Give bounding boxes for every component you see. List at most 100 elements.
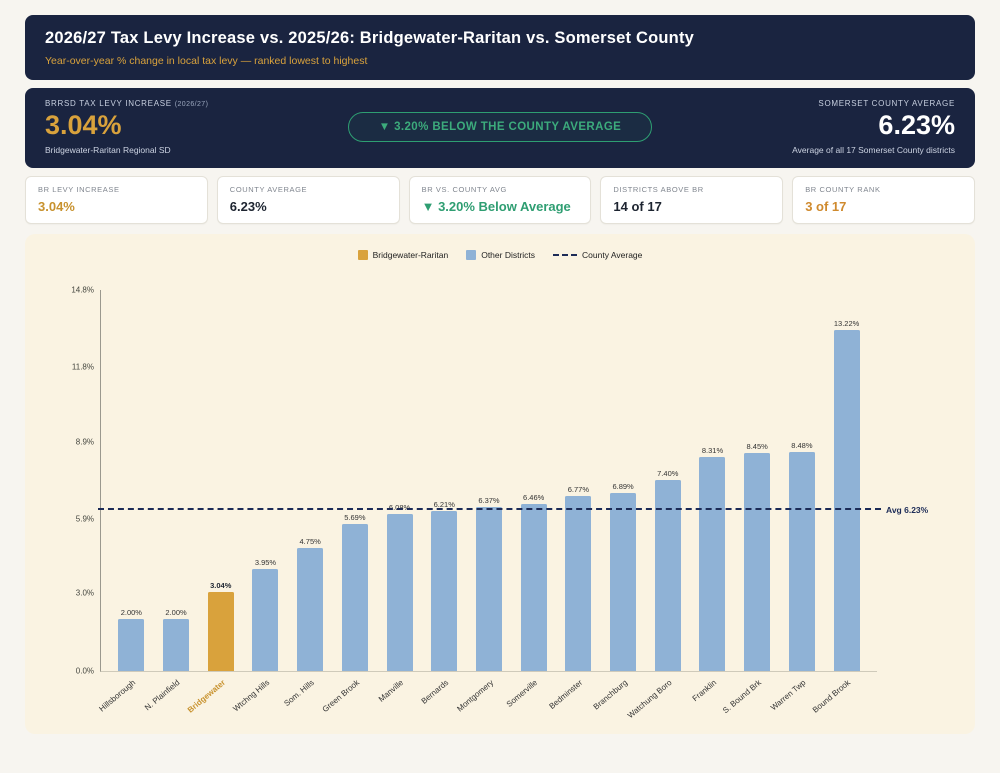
county-average-line	[98, 508, 881, 510]
bar-district	[252, 569, 278, 671]
bar-value-label: 8.48%	[791, 441, 812, 450]
bar-value-label: 2.00%	[121, 608, 142, 617]
legend-item-county-average: County Average	[553, 250, 642, 260]
bar-district	[476, 507, 502, 671]
bar-district	[699, 457, 725, 671]
y-axis-tick-label: 14.8%	[71, 285, 94, 294]
bar-chart-plot: 2.00%Hillsborough2.00%N. Plainfield3.04%…	[100, 290, 877, 672]
stat-card-label: DISTRICTS ABOVE BR	[613, 185, 770, 194]
x-axis-label: Som. Hills	[283, 678, 316, 708]
stat-card-label: BR VS. COUNTY AVG	[422, 185, 579, 194]
legend-label: Bridgewater-Raritan	[373, 250, 449, 260]
kpi-brrsd-label-text: BRRSD TAX LEVY INCREASE	[45, 99, 172, 108]
y-axis-tick-label: 8.9%	[76, 437, 94, 446]
x-axis-label: Manville	[377, 678, 405, 704]
bar-value-label: 6.46%	[523, 493, 544, 502]
stat-card-value: 14 of 17	[613, 199, 770, 214]
x-axis-label: Bound Brook	[811, 678, 852, 715]
bar-value-label: 5.69%	[344, 513, 365, 522]
bar-slot-hillsborough: 2.00%Hillsborough	[109, 290, 154, 671]
legend-label: Other Districts	[481, 250, 535, 260]
x-axis-label: N. Plainfield	[143, 678, 181, 712]
stat-card-value: 3.04%	[38, 199, 195, 214]
bar-district	[342, 524, 368, 670]
x-axis-label: Watchung Boro	[626, 678, 674, 720]
bar-district	[163, 619, 189, 670]
x-axis-label: Bedminster	[547, 678, 584, 711]
bar-bridgewater-raritan	[208, 592, 234, 670]
x-axis-label: Warren Twp	[769, 678, 807, 712]
legend-item-bridgewater: Bridgewater-Raritan	[358, 250, 449, 260]
bar-slot-n-plainfield: 2.00%N. Plainfield	[154, 290, 199, 671]
bar-value-label: 6.37%	[478, 496, 499, 505]
kpi-brrsd: BRRSD TAX LEVY INCREASE (2026/27) 3.04% …	[45, 99, 275, 155]
bar-value-label: 3.04%	[210, 581, 231, 590]
county-average-label: Avg 6.23%	[886, 505, 928, 515]
x-axis-label: S. Bound Brk	[721, 678, 763, 715]
bar-value-label: 4.75%	[300, 537, 321, 546]
bars-container: 2.00%Hillsborough2.00%N. Plainfield3.04%…	[101, 290, 877, 671]
bar-slot-s-bound-brk: 8.45%S. Bound Brk	[735, 290, 780, 671]
x-axis-label: Somerville	[505, 678, 539, 709]
bar-value-label: 6.77%	[568, 485, 589, 494]
bar-value-label: 7.40%	[657, 469, 678, 478]
page-title: 2026/27 Tax Levy Increase vs. 2025/26: B…	[45, 29, 955, 48]
dashboard: 2026/27 Tax Levy Increase vs. 2025/26: B…	[0, 0, 1000, 749]
stat-card-districts-above: DISTRICTS ABOVE BR 14 of 17	[600, 176, 783, 224]
bar-slot-montgomery: 6.37%Montgomery	[467, 290, 512, 671]
stat-card-br-levy: BR LEVY INCREASE 3.04%	[25, 176, 208, 224]
kpi-county-label: SOMERSET COUNTY AVERAGE	[725, 99, 955, 108]
y-axis-tick-label: 5.9%	[76, 514, 94, 523]
stat-card-br-vs-county: BR VS. COUNTY AVG ▼ 3.20% Below Average	[409, 176, 592, 224]
bar-value-label: 2.00%	[165, 608, 186, 617]
y-axis-tick-label: 0.0%	[76, 666, 94, 675]
stat-cards-row: BR LEVY INCREASE 3.04% COUNTY AVERAGE 6.…	[25, 176, 975, 224]
kpi-brrsd-sub: Bridgewater-Raritan Regional SD	[45, 145, 275, 155]
x-axis-label: Bernards	[419, 678, 450, 706]
bar-slot-green-brook: 5.69%Green Brook	[333, 290, 378, 671]
kpi-county: SOMERSET COUNTY AVERAGE 6.23% Average of…	[725, 99, 955, 155]
bar-district	[789, 452, 815, 670]
bar-district	[297, 548, 323, 670]
header-banner: 2026/27 Tax Levy Increase vs. 2025/26: B…	[25, 15, 975, 80]
x-axis-label: Bridgewater	[185, 678, 226, 715]
bar-district	[118, 619, 144, 670]
x-axis-label: Franklin	[691, 678, 719, 703]
stat-card-county-rank: BR COUNTY RANK 3 of 17	[792, 176, 975, 224]
bar-district	[387, 514, 413, 671]
bar-district	[610, 493, 636, 670]
kpi-county-value: 6.23%	[725, 111, 955, 141]
bar-district	[431, 511, 457, 671]
page-subtitle: Year-over-year % change in local tax lev…	[45, 55, 955, 67]
bar-district	[744, 453, 770, 671]
x-axis-label: Branchburg	[591, 678, 628, 711]
bar-slot-bedminster: 6.77%Bedminster	[556, 290, 601, 671]
bar-slot-somerville: 6.46%Somerville	[511, 290, 556, 671]
bar-slot-som-hills: 4.75%Som. Hills	[288, 290, 333, 671]
bar-slot-franklin: 8.31%Franklin	[690, 290, 735, 671]
stat-card-label: BR COUNTY RANK	[805, 185, 962, 194]
bar-slot-bridgewater: 3.04%Bridgewater	[198, 290, 243, 671]
x-axis-label: Hillsborough	[97, 678, 137, 713]
chart-legend: Bridgewater-Raritan Other Districts Coun…	[45, 250, 955, 260]
bar-slot-watchung-boro: 7.40%Watchung Boro	[645, 290, 690, 671]
stat-card-value: 3 of 17	[805, 199, 962, 214]
blue-swatch-icon	[466, 250, 476, 260]
bar-value-label: 8.45%	[747, 442, 768, 451]
bar-slot-manville: 6.08%Manville	[377, 290, 422, 671]
kpi-brrsd-value: 3.04%	[45, 111, 275, 141]
legend-label: County Average	[582, 250, 642, 260]
legend-item-other-districts: Other Districts	[466, 250, 535, 260]
x-axis-label: Montgomery	[455, 678, 495, 713]
bar-slot-branchburg: 6.89%Branchburg	[601, 290, 646, 671]
bar-slot-bernards: 6.21%Bernards	[422, 290, 467, 671]
y-axis-tick-label: 3.0%	[76, 589, 94, 598]
stat-card-value: ▼ 3.20% Below Average	[422, 199, 579, 214]
bar-value-label: 13.22%	[834, 319, 859, 328]
stat-card-label: COUNTY AVERAGE	[230, 185, 387, 194]
x-axis-label: Wtchng Hills	[231, 678, 271, 713]
kpi-band: BRRSD TAX LEVY INCREASE (2026/27) 3.04% …	[25, 88, 975, 168]
y-axis-tick-label: 11.8%	[72, 362, 94, 371]
bar-value-label: 6.89%	[612, 482, 633, 491]
bar-value-label: 3.95%	[255, 558, 276, 567]
